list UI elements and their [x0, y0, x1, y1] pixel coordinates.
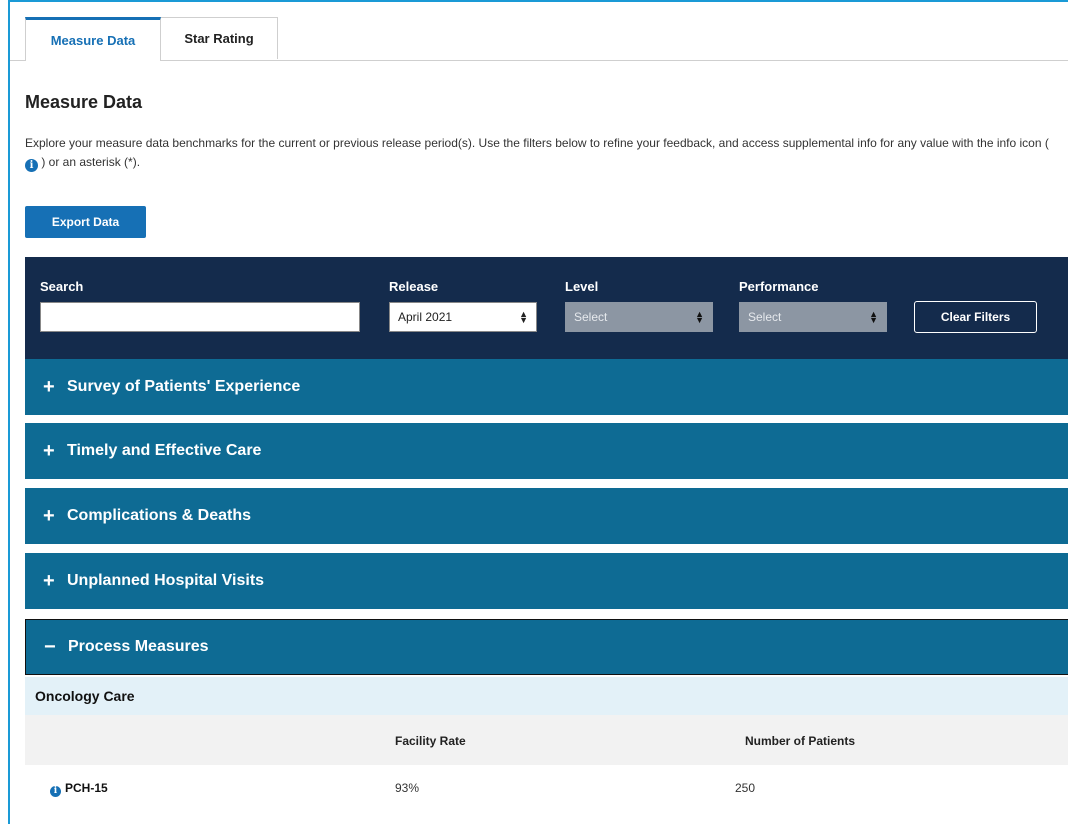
accordion-label: Complications & Deaths [67, 507, 252, 524]
release-select[interactable]: April 2021 ▲ ▼ [389, 302, 537, 332]
accordion-unplanned-hospital-visits[interactable]: + Unplanned Hospital Visits [25, 553, 1068, 609]
measure-cell[interactable]: i PCH-15 [50, 781, 108, 797]
accordion-complications-and-deaths[interactable]: + Complications & Deaths [25, 488, 1068, 544]
export-data-button[interactable]: Export Data [25, 206, 146, 238]
accordion-survey-of-patients-experience[interactable]: + Survey of Patients' Experience [25, 359, 1068, 415]
clear-filters-button[interactable]: Clear Filters [914, 301, 1037, 333]
release-label: Release [389, 279, 439, 294]
level-label: Level [565, 279, 599, 294]
performance-select[interactable]: Select ▲ ▼ [739, 302, 887, 332]
accordion-process-measures[interactable]: − Process Measures [25, 619, 1068, 675]
plus-icon: + [43, 569, 55, 592]
page-title: Measure Data [25, 92, 143, 112]
measure-id: PCH-15 [65, 781, 108, 795]
tab-bar: Measure Data Star Rating [25, 17, 278, 61]
table-row: i PCH-15 93% 250 [25, 765, 1068, 811]
select-arrows-icon: ▲ ▼ [519, 309, 528, 325]
performance-value: Select [748, 310, 782, 324]
column-header-number-of-patients: Number of Patients [745, 734, 856, 748]
performance-label: Performance [739, 279, 819, 294]
filter-bar: Search Release April 2021 ▲ ▼ Level Selec… [25, 257, 1068, 359]
search-input[interactable] [40, 302, 360, 332]
description-text-1: Explore your measure data benchmarks for… [25, 136, 1049, 150]
accordion-label: Process Measures [68, 638, 209, 655]
tab-measure-data[interactable]: Measure Data [25, 17, 161, 61]
accordion-label: Unplanned Hospital Visits [67, 572, 265, 589]
patients-cell: 250 [735, 781, 756, 795]
plus-icon: + [43, 439, 55, 462]
info-icon: i [25, 159, 38, 172]
tab-divider [10, 60, 1068, 61]
section-oncology-care: Oncology Care [25, 677, 1068, 715]
description-text-2: ) or an asterisk (*). [41, 155, 141, 169]
table-header: Facility Rate Number of Patients [25, 715, 1068, 765]
level-value: Select [574, 310, 608, 324]
select-arrows-icon: ▲ ▼ [869, 309, 878, 325]
level-select[interactable]: Select ▲ ▼ [565, 302, 713, 332]
facility-rate-cell: 93% [395, 781, 420, 795]
accordion-label: Timely and Effective Care [67, 442, 262, 459]
plus-icon: + [43, 504, 55, 527]
info-icon[interactable]: i [50, 786, 61, 797]
tab-star-rating[interactable]: Star Rating [161, 17, 278, 59]
accordion-label: Survey of Patients' Experience [67, 378, 301, 395]
accordion-timely-and-effective-care[interactable]: + Timely and Effective Care [25, 423, 1068, 479]
select-arrows-icon: ▲ ▼ [695, 309, 704, 325]
minus-icon: − [44, 635, 56, 658]
plus-icon: + [43, 375, 55, 398]
column-header-facility-rate: Facility Rate [395, 734, 466, 748]
search-label: Search [40, 279, 84, 294]
release-value: April 2021 [398, 310, 453, 324]
page-description: Explore your measure data benchmarks for… [25, 134, 1060, 172]
app-frame: Measure Data Star Rating Measure Data Ex… [8, 0, 1068, 824]
